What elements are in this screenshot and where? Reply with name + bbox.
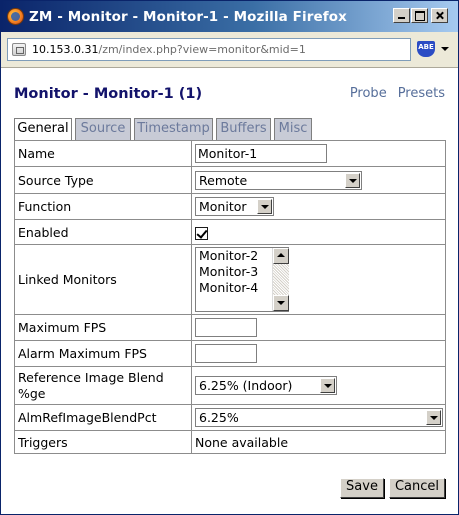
table-row: Reference Image Blend %ge 6.25% (Indoor) [14,366,446,405]
ref-blend-value: 6.25% (Indoor) [199,378,293,393]
name-label: Name [14,140,192,167]
alm-ref-blend-select[interactable]: 6.25% [195,408,443,427]
alm-ref-blend-label: AlmRefImageBlendPct [14,404,192,431]
tab-timestamp[interactable]: Timestamp [134,118,213,140]
site-identity-icon[interactable] [12,43,26,56]
table-row: AlmRefImageBlendPct 6.25% [14,404,446,431]
source-type-value: Remote [199,172,248,188]
abe-dropdown-arrow-icon[interactable] [441,47,449,51]
tab-general[interactable]: General [14,118,72,141]
chevron-down-icon[interactable] [257,199,272,214]
presets-link[interactable]: Presets [398,86,445,101]
name-cell: Monitor-1 [191,140,446,167]
source-type-label: Source Type [14,166,192,194]
page-title: Monitor - Monitor-1 (1) [14,86,203,102]
window-title: ZM - Monitor - Monitor-1 - Mozilla Firef… [29,9,347,25]
monitor-settings-table: Name Monitor-1 Source Type Remote Functi… [14,140,446,454]
save-button[interactable]: Save [340,478,384,498]
ref-blend-select[interactable]: 6.25% (Indoor) [195,376,337,395]
url-host: 10.153.0.31 [32,43,99,56]
alarm-max-fps-input[interactable] [195,344,257,363]
close-button[interactable] [431,8,448,23]
header-links: Probe Presets [339,86,445,101]
table-row: Enabled [14,219,446,245]
table-row: Function Monitor [14,193,446,220]
linked-monitors-listbox[interactable]: Monitor-2 Monitor-3 Monitor-4 [195,247,289,312]
minimize-button[interactable] [393,8,410,23]
max-fps-cell [191,314,446,341]
max-fps-label: Maximum FPS [14,314,192,341]
page-content: Monitor - Monitor-1 (1) Probe Presets Gen… [1,69,458,514]
alarm-max-fps-label: Alarm Maximum FPS [14,340,192,367]
browser-window: ZM - Monitor - Monitor-1 - Mozilla Firef… [0,0,459,515]
abe-addon-button[interactable]: ABE [417,41,437,58]
alm-ref-blend-value: 6.25% [199,410,239,425]
name-input[interactable]: Monitor-1 [195,144,327,163]
listbox-scrollbar[interactable] [272,248,289,311]
chevron-down-icon[interactable] [426,410,441,425]
function-cell: Monitor [191,193,446,220]
table-row: Source Type Remote [14,166,446,194]
url-field[interactable]: 10.153.0.31/zm/index.php?view=monitor&mi… [7,38,411,61]
function-select[interactable]: Monitor [195,197,274,216]
linked-monitors-cell: Monitor-2 Monitor-3 Monitor-4 [191,244,446,315]
address-bar: 10.153.0.31/zm/index.php?view=monitor&mi… [1,32,458,68]
max-fps-input[interactable] [195,318,257,337]
triggers-value: None available [191,430,446,454]
probe-link[interactable]: Probe [350,86,387,101]
table-row: Maximum FPS [14,314,446,341]
abe-shield-icon: ABE [417,41,435,57]
scroll-down-icon[interactable] [273,295,289,311]
chevron-down-icon[interactable] [345,172,360,188]
table-row: Alarm Maximum FPS [14,340,446,367]
enabled-cell [191,219,446,245]
source-type-cell: Remote [191,166,446,194]
triggers-label: Triggers [14,430,192,454]
alm-ref-blend-cell: 6.25% [191,404,446,431]
source-type-select[interactable]: Remote [195,170,362,190]
enabled-label: Enabled [14,219,192,245]
table-row: Linked Monitors Monitor-2 Monitor-3 Moni… [14,244,446,315]
ref-blend-cell: 6.25% (Indoor) [191,366,446,405]
function-value: Monitor [199,199,247,214]
cancel-button[interactable]: Cancel [388,478,445,498]
function-label: Function [14,193,192,220]
tab-buffers[interactable]: Buffers [216,118,271,140]
table-row: Name Monitor-1 [14,140,446,167]
maximize-button[interactable] [411,8,428,23]
form-actions: Save Cancel [335,475,445,498]
tab-source[interactable]: Source [75,118,131,140]
ref-blend-label: Reference Image Blend %ge [14,366,192,405]
scroll-up-icon[interactable] [273,248,289,264]
enabled-checkbox[interactable] [195,226,208,240]
table-row: Triggers None available [14,430,446,454]
url-path: /zm/index.php?view=monitor&mid=1 [98,43,306,56]
firefox-icon [7,8,24,25]
scrollbar-track[interactable] [273,264,289,295]
tab-misc[interactable]: Misc [274,118,312,140]
title-bar[interactable]: ZM - Monitor - Monitor-1 - Mozilla Firef… [1,1,458,32]
url-text[interactable]: 10.153.0.31/zm/index.php?view=monitor&mi… [32,43,306,56]
alarm-max-fps-cell [191,340,446,367]
linked-monitors-label: Linked Monitors [14,244,192,315]
chevron-down-icon[interactable] [320,378,335,393]
